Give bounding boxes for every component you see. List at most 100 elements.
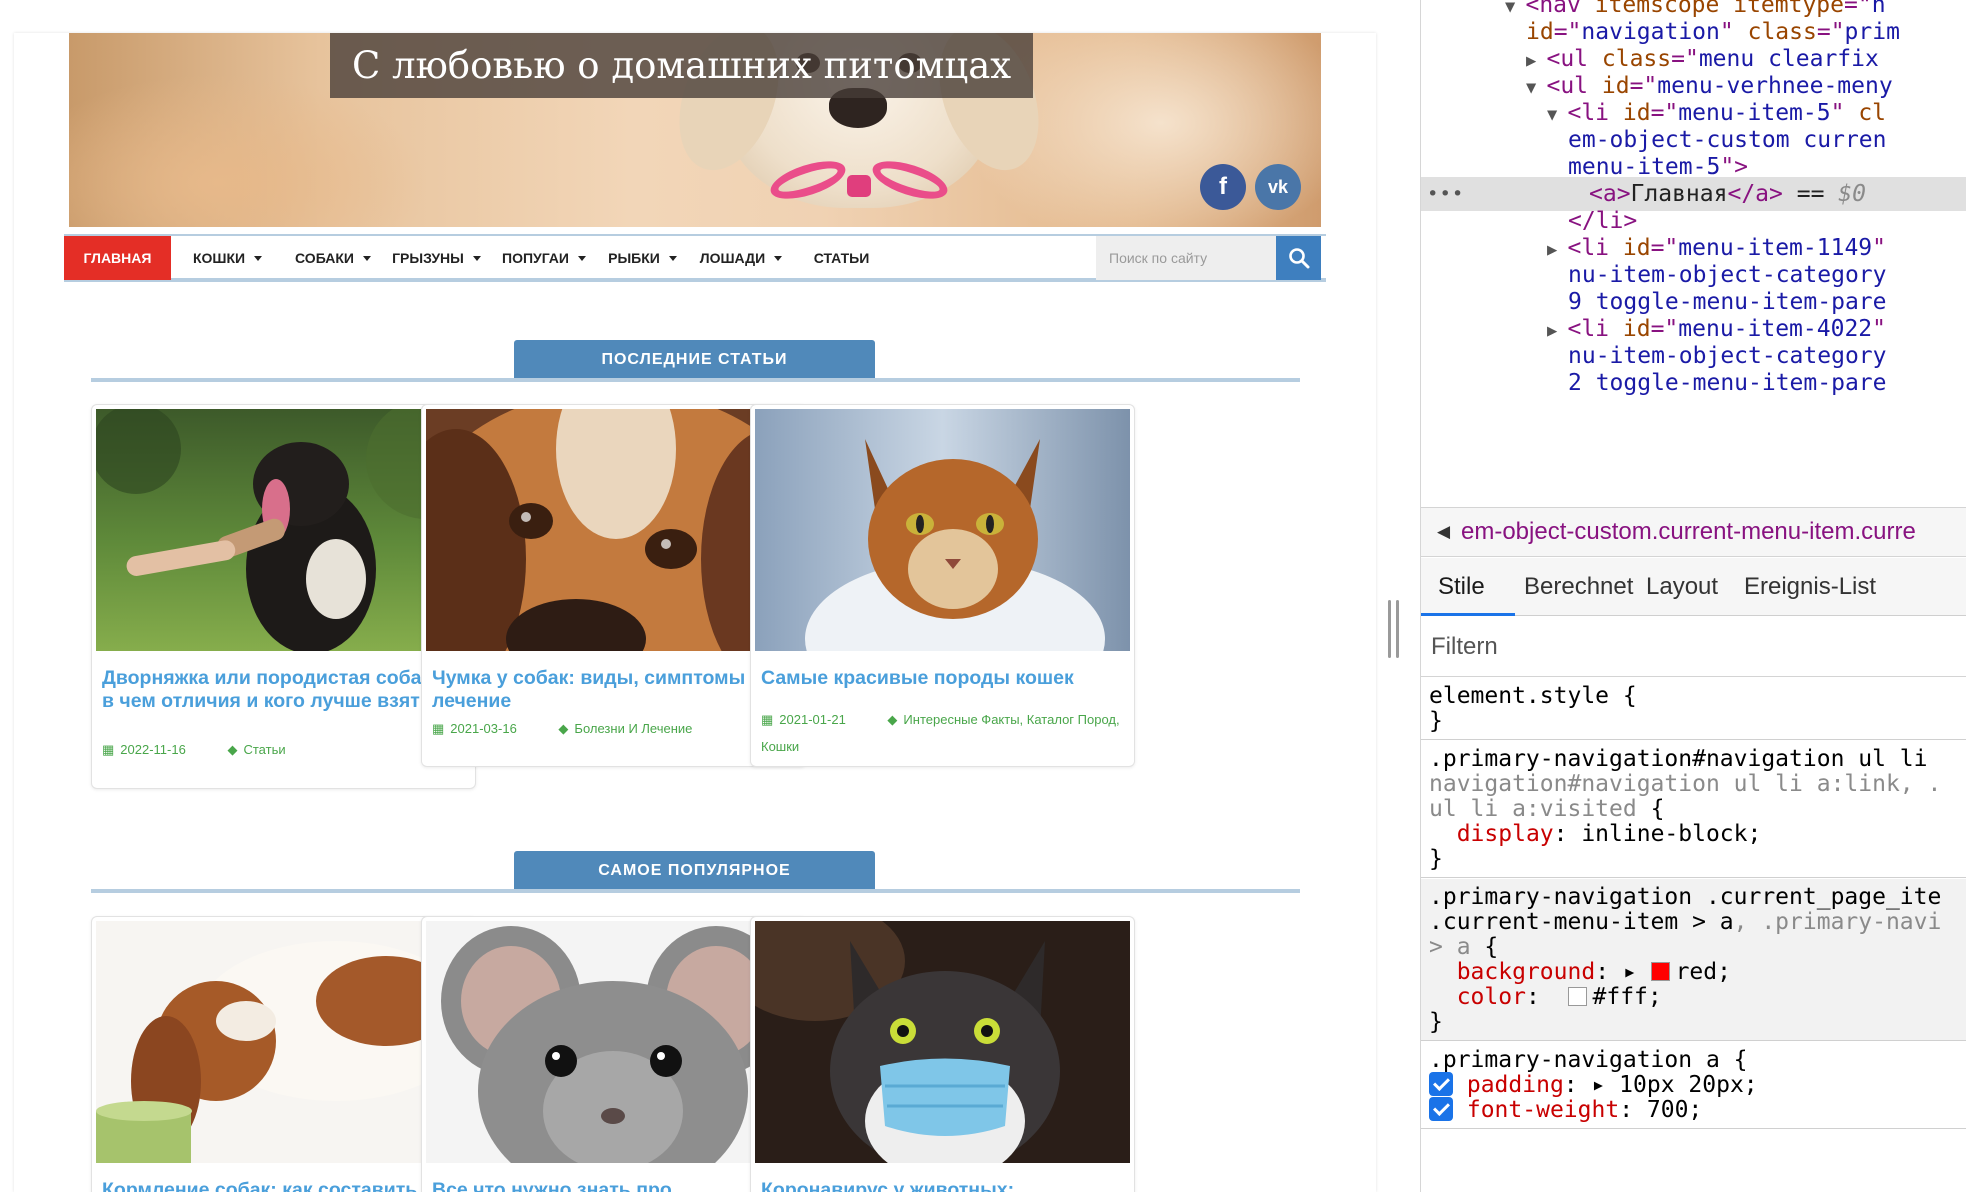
css-rule[interactable]: element.style {} <box>1421 678 1966 740</box>
nav-item-label: Попугаи <box>502 250 569 266</box>
dog-paw-photo[interactable] <box>96 409 471 651</box>
css-line: font-weight: 700; <box>1429 1095 1702 1126</box>
chevron-down-icon <box>254 256 263 261</box>
nav-item-6[interactable]: Лошади <box>688 236 794 280</box>
css-rule[interactable]: .primary-navigation .current_page_ite .cu… <box>1421 879 1966 1041</box>
css-text: : inline-block; <box>1553 821 1762 847</box>
tab-stile[interactable]: Stile <box>1438 558 1485 616</box>
article-date: 2021-01-21 <box>779 712 846 727</box>
css-text: , .primary-navi <box>1733 909 1942 935</box>
tab-berechnet[interactable]: Berechnet <box>1524 558 1633 616</box>
vk-icon[interactable]: vk <box>1255 164 1301 210</box>
article-date: 2021-03-16 <box>450 721 517 736</box>
css-property[interactable]: color <box>1457 984 1526 1010</box>
calendar-icon: ▦ <box>102 742 115 757</box>
color-swatch[interactable] <box>1567 987 1587 1006</box>
expand-closed-icon[interactable]: ▶ <box>1547 321 1567 341</box>
nav-item-label: Кошки <box>192 250 246 266</box>
nav-item-label: Грызуны <box>392 250 464 266</box>
breadcrumb: ◀ em-object-custom.current-menu-item.cur… <box>1421 507 1966 557</box>
chevron-down-icon <box>577 256 586 261</box>
section-divider <box>91 378 1300 382</box>
search-input[interactable] <box>1096 236 1276 280</box>
nav-item-5[interactable]: Рыбки <box>597 236 688 280</box>
article-meta: ▦ 2021-01-21 ◆ Интересные Факты, Каталог П… <box>761 706 1126 760</box>
abyssinian-cat-photo[interactable] <box>755 409 1130 651</box>
filter-input[interactable] <box>1431 627 1966 667</box>
devtools-tabs: Stile Berechnet Layout Ereignis-List <box>1421 558 1966 616</box>
color-swatch[interactable] <box>1650 962 1670 981</box>
spaniel-eating-photo[interactable] <box>96 921 471 1163</box>
chevron-down-icon <box>472 256 481 261</box>
nav-item-4[interactable]: Попугаи <box>491 236 597 280</box>
nav-item-label: Рыбки <box>608 250 660 266</box>
scroll-left-icon[interactable]: ◀ <box>1437 508 1450 556</box>
facebook-icon[interactable]: f <box>1200 164 1246 210</box>
chinchilla-photo[interactable] <box>426 921 801 1163</box>
pink-bow-image <box>766 153 952 223</box>
nav-menu: Главная Кошки Собаки Грызуны Попугаи Рыбки Лош… <box>64 236 889 280</box>
property-checkbox[interactable] <box>1429 1097 1453 1121</box>
header-banner: С любовью о домашних питомцах f vk <box>69 33 1321 227</box>
chevron-down-icon <box>774 256 783 261</box>
article-card[interactable]: Кормление собак: как составить <box>91 916 476 1192</box>
article-card[interactable]: Дворняжка или породистая собака: в чем о… <box>91 404 476 789</box>
tag-icon: ◆ <box>887 712 898 727</box>
article-title[interactable]: Кормление собак: как составить <box>102 1179 462 1192</box>
article-title[interactable]: Коронавирус у животных: <box>761 1179 1121 1192</box>
css-line: } <box>1429 706 1443 737</box>
css-line: } <box>1429 844 1443 875</box>
beagle-photo[interactable] <box>426 409 801 651</box>
article-card[interactable]: Все что нужно знать про <box>421 916 806 1192</box>
css-text: } <box>1429 846 1443 872</box>
search-icon <box>1289 248 1310 269</box>
css-property[interactable]: display <box>1457 821 1554 847</box>
nav-item-label: Лошади <box>699 250 766 266</box>
article-card[interactable]: Чумка у собак: виды, симптомы и лечение … <box>421 404 806 767</box>
dom-node-line[interactable]: 2 toggle-menu-item-pare <box>1421 366 1966 400</box>
article-card[interactable]: Коронавирус у животных: <box>750 916 1135 1192</box>
tab-ereignis-list[interactable]: Ereignis-List <box>1744 558 1876 616</box>
article-title[interactable]: Чумка у собак: виды, симптомы и лечение <box>432 667 792 713</box>
article-card[interactable]: Самые красивые породы кошек ▦ 2021-01-21 … <box>750 404 1135 767</box>
article-category[interactable]: Статьи <box>243 742 285 757</box>
dom-tree: ▼ <nav itemscope itemtype="h id="navigati… <box>1421 0 1966 505</box>
article-category[interactable]: Болезни И Лечение <box>574 721 692 736</box>
dom-token: 2 toggle-menu-item-pare <box>1568 370 1887 396</box>
site-wrapper: С любовью о домашних питомцах f vk Главн… <box>64 33 1326 1192</box>
search-button[interactable] <box>1276 236 1321 280</box>
nav-item-7[interactable]: Статьи <box>794 236 889 280</box>
css-text: } <box>1429 708 1443 734</box>
expand-open-icon[interactable]: ▼ <box>1547 105 1567 125</box>
site-title[interactable]: С любовью о домашних питомцах <box>330 33 1034 98</box>
expand-closed-icon[interactable]: ▶ <box>1547 240 1567 260</box>
expand-open-icon[interactable]: ▼ <box>1526 78 1546 98</box>
nav-item-label: Собаки <box>295 250 354 266</box>
tab-layout[interactable]: Layout <box>1646 558 1718 616</box>
styles-filter <box>1421 617 1966 677</box>
property-checkbox[interactable] <box>1429 1072 1453 1096</box>
nav-item-1[interactable]: Кошки <box>171 236 284 280</box>
css-line: element.style { <box>1429 681 1637 712</box>
article-title[interactable]: Дворняжка или породистая собака: в чем о… <box>102 667 462 713</box>
css-rule[interactable]: .primary-navigation#navigation ul li navi… <box>1421 741 1966 878</box>
css-text: element.style { <box>1429 683 1637 709</box>
article-meta: ▦ 2022-11-16 ◆ Статьи <box>102 736 467 763</box>
cat-mask-photo[interactable] <box>755 921 1130 1163</box>
nav-item-0[interactable]: Главная <box>64 236 171 280</box>
expand-closed-icon[interactable]: ▶ <box>1526 51 1546 71</box>
devtools-panel: ▼ <nav itemscope itemtype="h id="navigati… <box>1421 0 1966 1192</box>
latest-articles-heading: Последние статьи <box>514 340 875 379</box>
css-rule[interactable]: .primary-navigation a { padding: ▸ 10px … <box>1421 1042 1966 1129</box>
css-text: : 700; <box>1619 1097 1703 1123</box>
css-property[interactable]: font-weight <box>1467 1097 1619 1123</box>
breadcrumb-path[interactable]: em-object-custom.current-menu-item.curre <box>1461 508 1916 556</box>
nav-item-2[interactable]: Собаки <box>284 236 382 280</box>
nav-item-3[interactable]: Грызуны <box>382 236 491 280</box>
article-title[interactable]: Самые красивые породы кошек <box>761 667 1121 690</box>
panel-resize-handle[interactable] <box>1388 600 1402 660</box>
css-text <box>1453 1097 1467 1123</box>
article-date: 2022-11-16 <box>120 742 186 757</box>
article-title[interactable]: Все что нужно знать про <box>432 1179 792 1192</box>
search-form <box>1096 236 1326 280</box>
